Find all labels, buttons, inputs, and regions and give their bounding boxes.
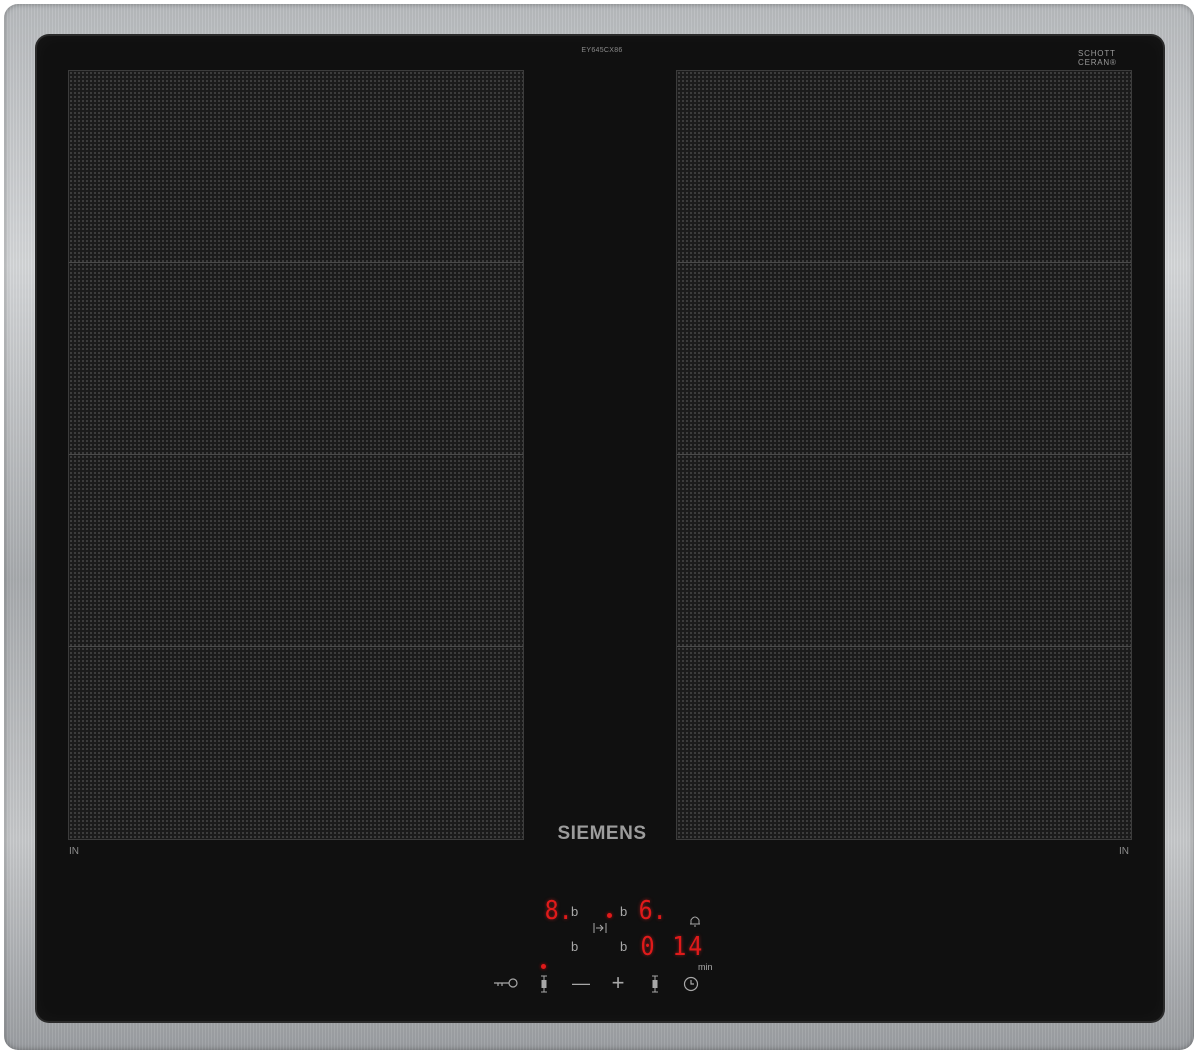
induction-label-right: IN [1119, 846, 1129, 857]
zone-select-left-icon[interactable] [540, 975, 548, 993]
minus-button[interactable]: — [572, 974, 590, 992]
model-number: EY645CX86 [581, 47, 623, 54]
induction-label-left: IN [69, 846, 79, 857]
combine-zones-icon[interactable] [593, 922, 607, 934]
flex-zone-left[interactable] [68, 70, 524, 840]
ceran-text: CERAN® [1078, 58, 1117, 67]
timer-unit: min [698, 962, 713, 972]
schott-text: SCHOTT [1078, 49, 1116, 58]
boost-mark-left-bottom: b [571, 939, 579, 954]
plus-button[interactable]: + [609, 972, 627, 994]
indicator-dot-center [607, 913, 612, 918]
ceramic-glass-panel: EY645CX86 SCHOTT CERAN® IN IN SIEMENS 8.… [37, 36, 1163, 1021]
child-lock-key-icon[interactable] [493, 977, 519, 989]
zone-divider [677, 262, 1131, 263]
zone-divider [69, 262, 523, 263]
right-power-display: 6. [638, 896, 667, 926]
indicator-dot-left-select [541, 964, 546, 969]
timer-clock-icon[interactable] [683, 976, 699, 992]
timer-display: 0 14 [640, 932, 705, 962]
zone-divider [677, 646, 1131, 647]
flex-zone-right[interactable] [676, 70, 1132, 840]
boost-mark-right-bottom: b [620, 939, 628, 954]
zone-divider [69, 454, 523, 455]
zone-select-right-icon[interactable] [651, 975, 659, 993]
boost-mark-left-top: b [571, 904, 579, 919]
brand-logo: SIEMENS [557, 823, 647, 844]
zone-divider [69, 646, 523, 647]
zone-divider [677, 454, 1131, 455]
bell-icon[interactable] [688, 914, 702, 928]
boost-mark-right-top: b [620, 904, 628, 919]
left-power-display: 8. [544, 896, 573, 926]
